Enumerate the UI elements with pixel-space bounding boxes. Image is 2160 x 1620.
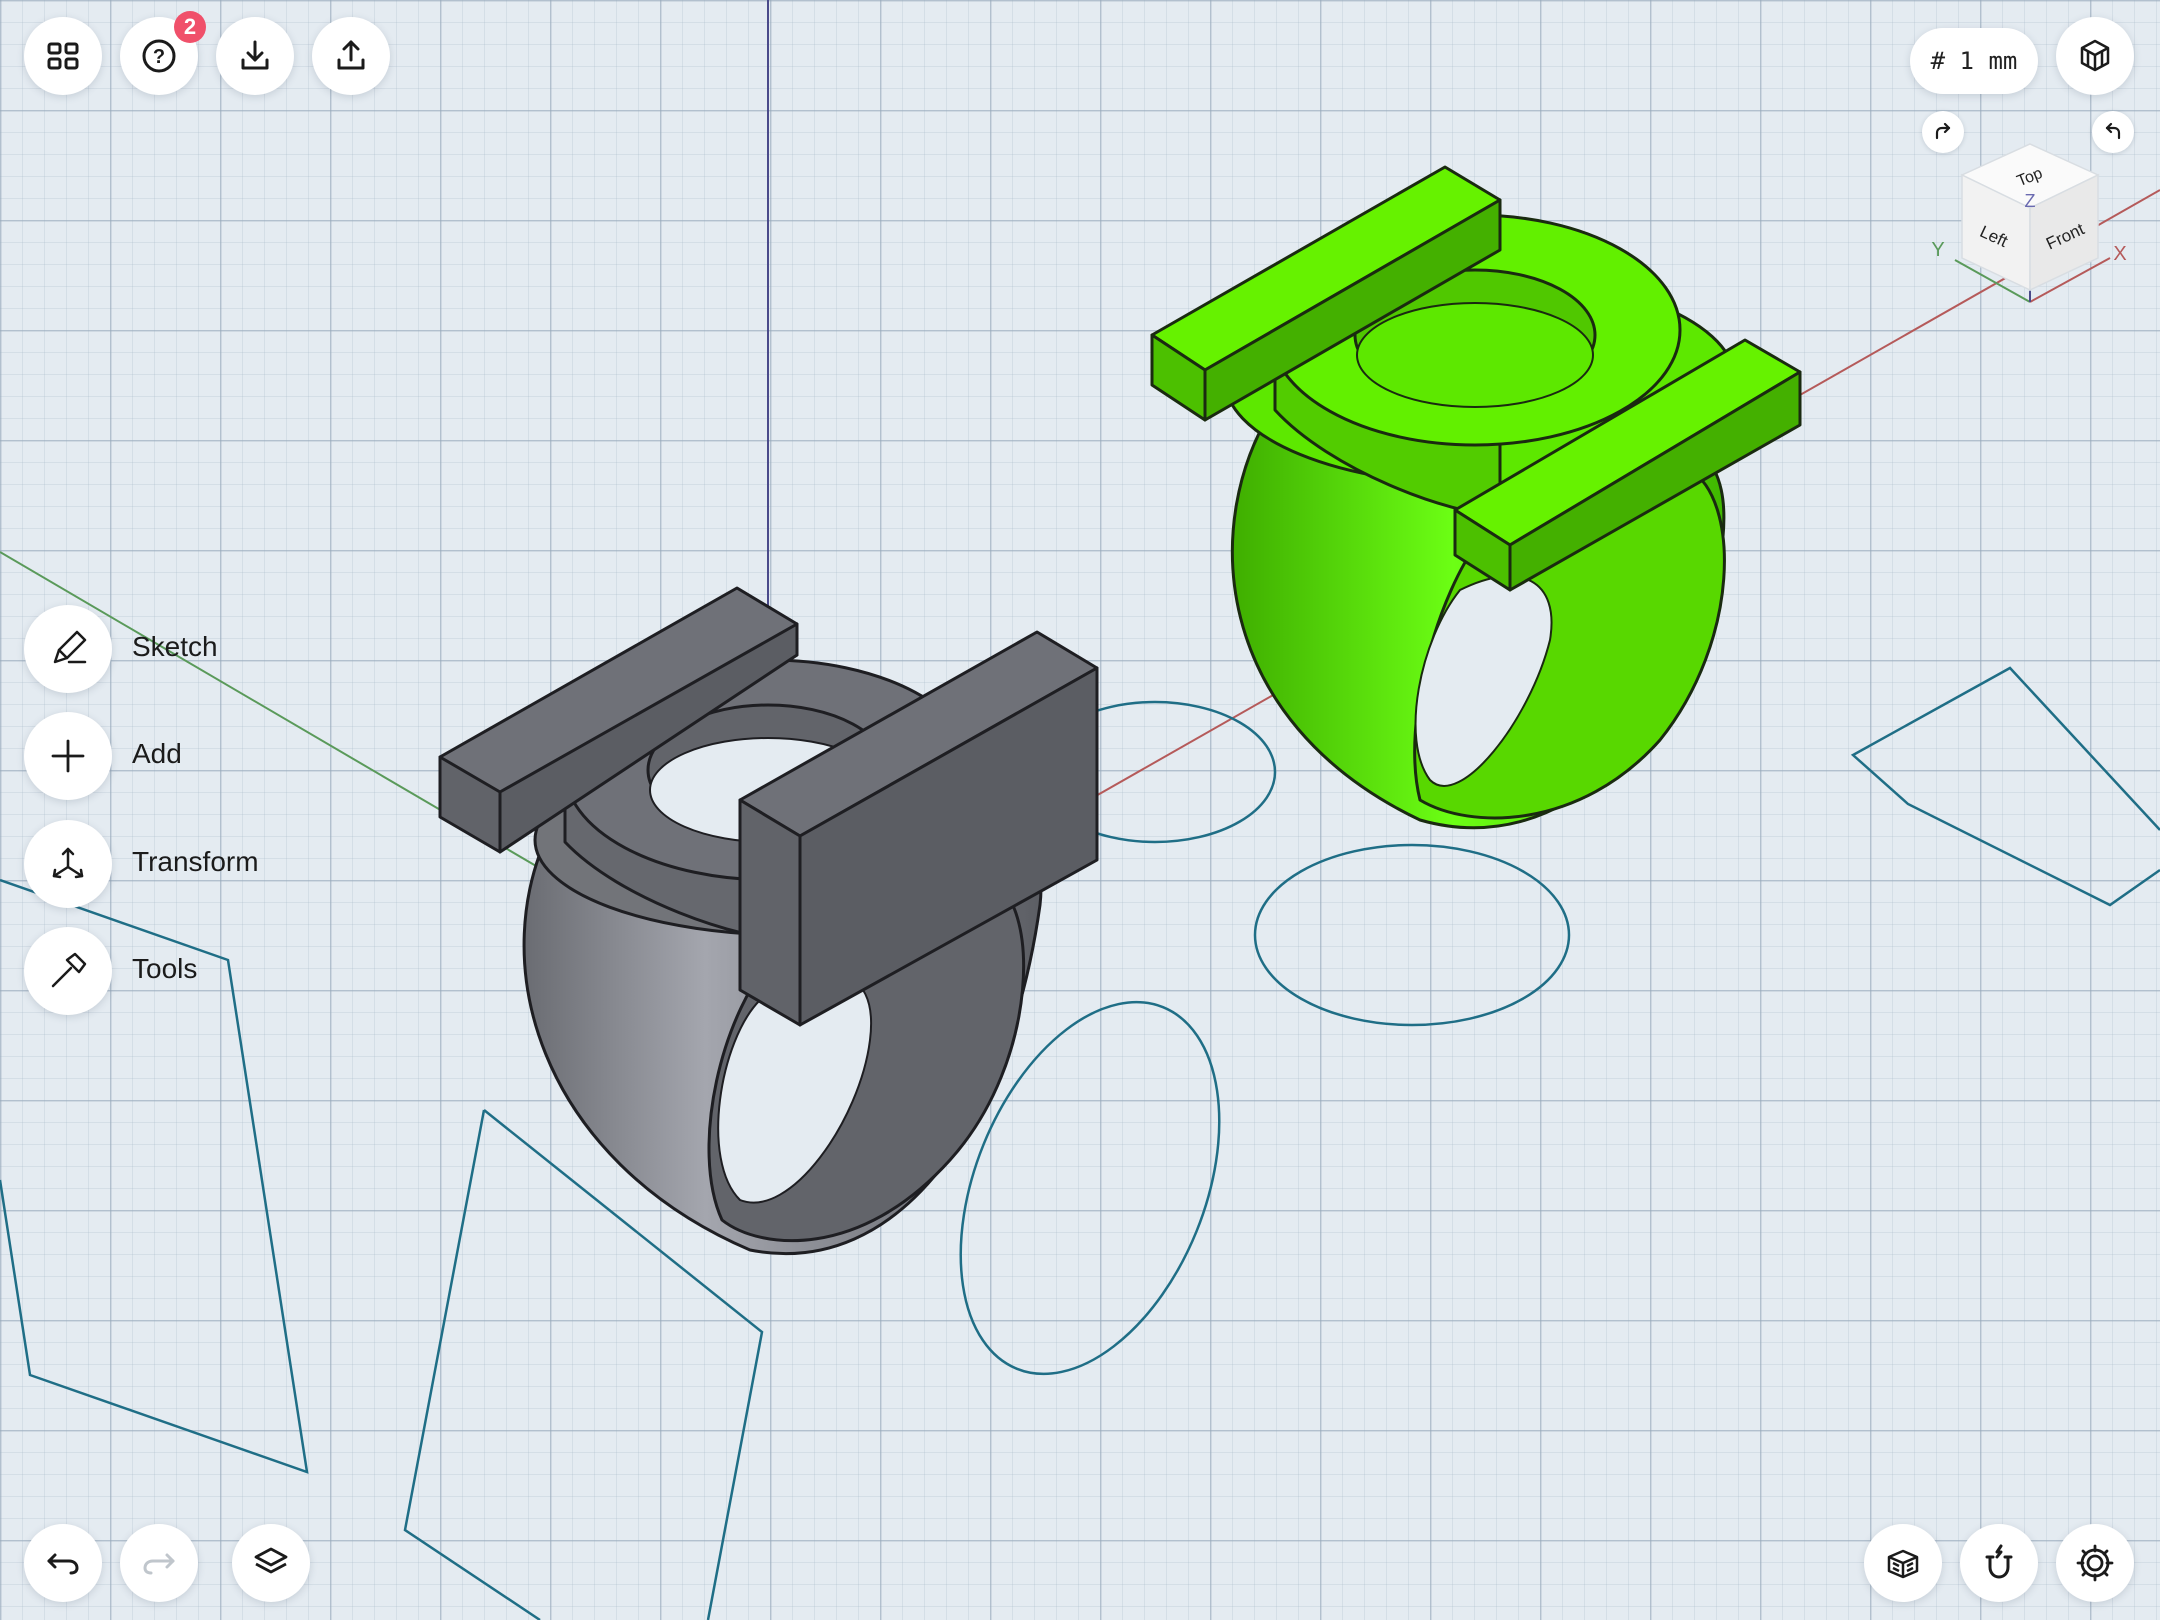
transform-arrows-icon: [52, 847, 84, 879]
snap-magnet-icon: [1985, 1544, 2013, 1579]
transform-label[interactable]: Transform: [132, 846, 259, 878]
layers-button[interactable]: [232, 1524, 310, 1602]
notification-badge: 2: [174, 11, 206, 43]
grid-size-label: # 1 mm: [1930, 47, 2018, 75]
import-button[interactable]: [216, 17, 294, 95]
tools-label[interactable]: Tools: [132, 953, 197, 985]
export-button[interactable]: [312, 17, 390, 95]
axis-z-label: Z: [2025, 191, 2036, 211]
import-icon: [241, 40, 269, 70]
tools-button[interactable]: [24, 927, 112, 1015]
grid-size-button[interactable]: # 1 mm: [1910, 28, 2038, 94]
undo-button[interactable]: [24, 1524, 102, 1602]
axis-x-label: X: [2113, 243, 2126, 265]
viewport-canvas[interactable]: [0, 0, 2160, 1620]
help-icon: ?: [142, 39, 176, 73]
hammer-icon: [51, 952, 87, 988]
settings-button[interactable]: [2056, 1524, 2134, 1602]
cube-view-icon: [2080, 39, 2110, 72]
undo-icon: [47, 1553, 79, 1575]
sketch-button[interactable]: [24, 605, 112, 693]
snap-button[interactable]: [1960, 1524, 2038, 1602]
grid-menu-button[interactable]: [24, 17, 102, 95]
grid-icon: [47, 42, 79, 70]
sketch-profile-bottom-left[interactable]: [403, 1109, 541, 1620]
view-mode-button[interactable]: [2056, 17, 2134, 95]
plus-icon: [51, 739, 85, 773]
section-view-button[interactable]: [1864, 1524, 1942, 1602]
settings-gear-icon: [2076, 1544, 2114, 1582]
add-label[interactable]: Add: [132, 738, 182, 770]
sketch-profile-right[interactable]: [1850, 666, 2160, 907]
redo-icon: [143, 1553, 175, 1575]
layers-icon: [254, 1547, 288, 1574]
svg-text:?: ?: [153, 46, 165, 68]
axis-y-label: Y: [1931, 239, 1944, 261]
transform-button[interactable]: [24, 820, 112, 908]
sketch-label[interactable]: Sketch: [132, 631, 218, 663]
redo-button[interactable]: [120, 1524, 198, 1602]
view-cube[interactable]: Top Left Front Z X Y: [1910, 130, 2150, 320]
help-button[interactable]: ? 2: [120, 11, 206, 95]
section-view-icon: [1887, 1549, 1919, 1579]
export-icon: [337, 40, 365, 70]
add-button[interactable]: [24, 712, 112, 800]
sketch-ellipse-2[interactable]: [1253, 843, 1571, 1027]
pencil-icon: [53, 630, 87, 664]
